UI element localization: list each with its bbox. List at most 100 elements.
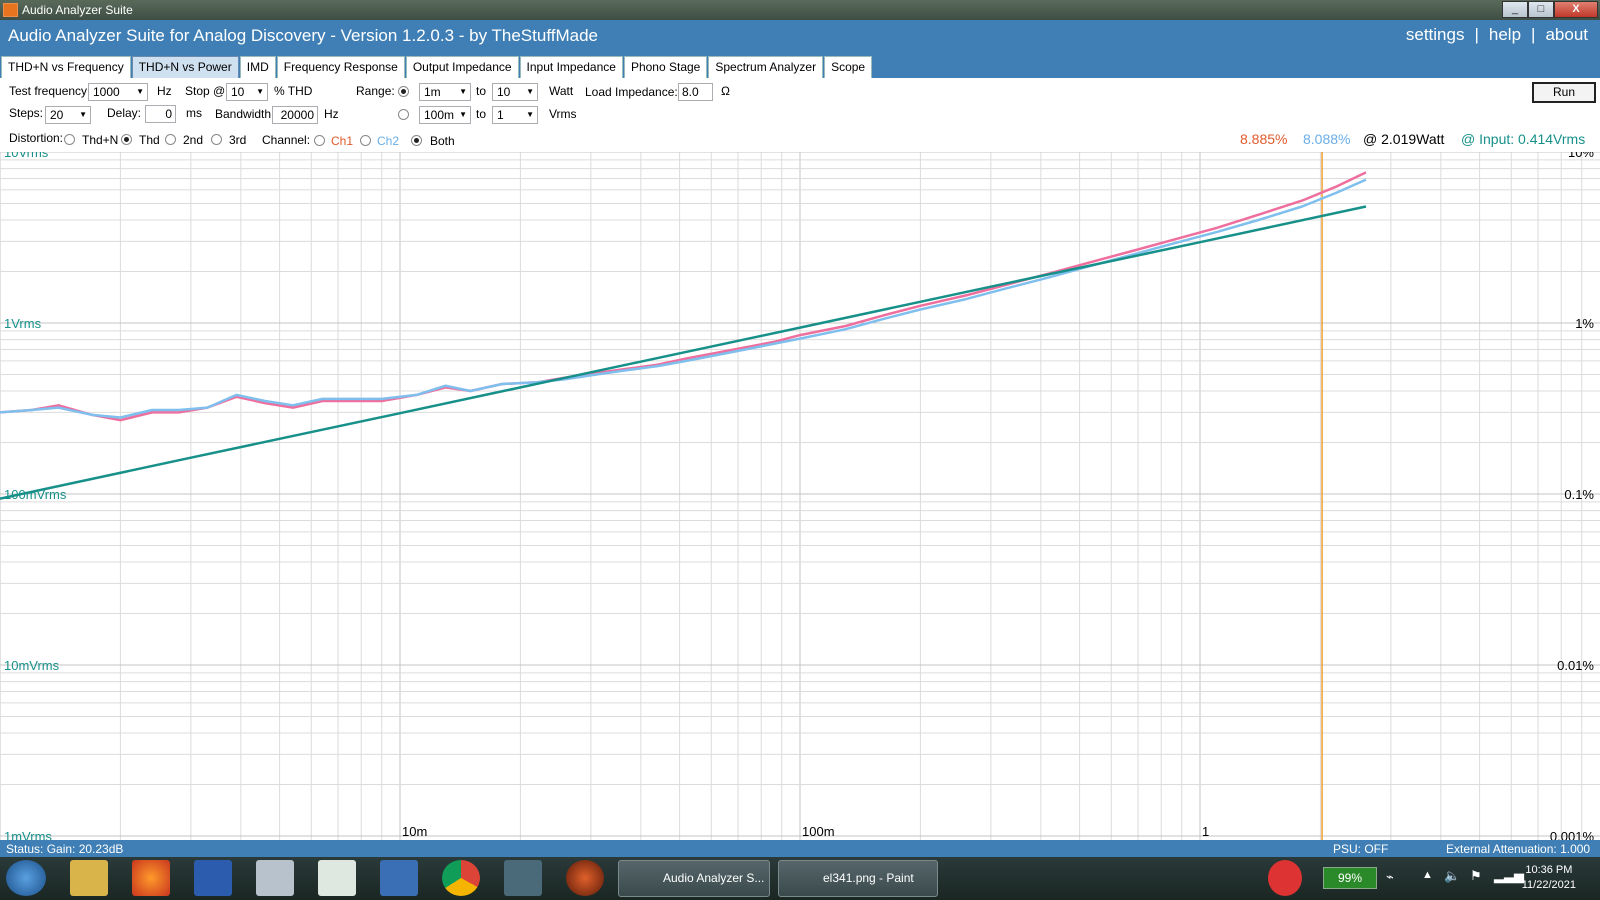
range-label: Range: [356, 84, 395, 98]
chevron-down-icon: ▼ [459, 87, 467, 96]
test-frequency-select[interactable]: 1000 ▼ [88, 83, 148, 101]
window-title: Audio Analyzer Suite [22, 3, 133, 17]
tab-phono-stage[interactable]: Phono Stage [623, 56, 708, 78]
window-titlebar: Audio Analyzer Suite _ □ X [0, 0, 1600, 20]
run-button[interactable]: Run [1532, 82, 1596, 103]
load-impedance-input[interactable]: 8.0 [678, 83, 713, 101]
bandwidth-input[interactable]: 20000 [272, 106, 318, 124]
input-readout: @ Input: 0.414Vrms [1461, 131, 1586, 147]
tab-spectrum-analyzer[interactable]: Spectrum Analyzer [708, 56, 824, 78]
battery-indicator[interactable]: 99% [1323, 867, 1377, 889]
tab-scope[interactable]: Scope [824, 56, 873, 78]
steps-label: Steps: [9, 106, 44, 120]
minimize-button[interactable]: _ [1502, 1, 1528, 18]
to-label: to [476, 84, 487, 98]
tray-app-icon[interactable] [1268, 860, 1302, 896]
app-window-icon[interactable] [504, 860, 542, 896]
range-watt-from-select[interactable]: 1m ▼ [419, 83, 471, 101]
mail-icon[interactable] [380, 860, 418, 896]
flag-icon[interactable]: ⚑ [1470, 868, 1482, 884]
maximize-button[interactable]: □ [1528, 1, 1554, 18]
tab-frequency-response[interactable]: Frequency Response [276, 56, 405, 78]
stop-select[interactable]: 10 ▼ [226, 83, 268, 101]
power-readout: @ 2.019Watt [1363, 131, 1445, 147]
distortion-label: Distortion: [9, 131, 64, 145]
clock[interactable]: 10:36 PM 11/22/2021 [1522, 863, 1576, 893]
status-bar: Status: Gain: 20.23dB PSU: OFF External … [0, 840, 1600, 857]
link-separator: | [1531, 25, 1536, 44]
tab-thdn-vs-power[interactable]: THD+N vs Power [131, 56, 239, 78]
range-vrms-to-select[interactable]: 1 ▼ [492, 106, 538, 124]
tray-expand-icon[interactable]: ▲ [1422, 869, 1433, 881]
y-right-tick-label: 0.01% [1557, 658, 1594, 673]
delay-input[interactable]: 0 [145, 105, 176, 123]
close-button[interactable]: X [1554, 1, 1598, 18]
tab-input-impedance[interactable]: Input Impedance [519, 56, 623, 78]
test-frequency-value: 1000 [93, 85, 120, 99]
taskbar-paint[interactable]: el341.png - Paint [778, 860, 938, 897]
channel-ch2-radio[interactable] [360, 135, 371, 146]
distortion-2nd-label: 2nd [183, 133, 204, 147]
range-vrms-radio[interactable] [398, 109, 409, 120]
settings-link[interactable]: settings [1406, 25, 1465, 45]
app-icon [3, 3, 18, 17]
about-link[interactable]: about [1545, 25, 1588, 45]
range-watt-radio[interactable] [398, 86, 409, 97]
steps-select[interactable]: 20 ▼ [45, 106, 91, 124]
calculator-icon[interactable] [256, 860, 294, 896]
taskbar-audio-analyzer[interactable]: Audio Analyzer S... [618, 860, 770, 897]
y-left-tick-label: 1mVrms [4, 829, 52, 840]
to-label: to [476, 107, 487, 121]
tab-imd[interactable]: IMD [239, 56, 276, 78]
range-watt-to-select[interactable]: 10 ▼ [492, 83, 538, 101]
stop-label: Stop @ [185, 84, 226, 98]
game-icon[interactable] [566, 860, 604, 896]
tab-output-impedance[interactable]: Output Impedance [405, 56, 519, 78]
status-gain: Status: Gain: 20.23dB [6, 842, 124, 856]
chevron-down-icon: ▼ [256, 87, 264, 96]
ch1-thd-readout: 8.885% [1240, 131, 1288, 147]
channel-both-radio[interactable] [411, 135, 422, 146]
range-vrms-to-value: 1 [497, 108, 504, 122]
chevron-down-icon: ▼ [459, 110, 467, 119]
chevron-down-icon: ▼ [136, 87, 144, 96]
y-right-tick-label: 0.001% [1550, 829, 1595, 840]
network-icon[interactable]: ▂▃▅ [1494, 868, 1524, 884]
distortion-2nd-radio[interactable] [165, 134, 176, 145]
range-watt-to-value: 10 [497, 85, 511, 99]
thd-vs-power-chart[interactable]: 10Vrms 1Vrms 100mVrms 10mVrms 1mVrms 10% 1% 0.1… [0, 152, 1600, 840]
channel-ch1-label: Ch1 [331, 134, 354, 148]
power-icon[interactable]: ⌁ [1386, 869, 1394, 885]
explorer-icon[interactable] [70, 860, 108, 896]
start-button[interactable] [6, 860, 46, 896]
range-watt-from-value: 1m [424, 85, 441, 99]
channel-label: Channel: [262, 133, 311, 147]
word-icon[interactable] [194, 860, 232, 896]
tab-thdn-vs-frequency[interactable]: THD+N vs Frequency [1, 56, 131, 78]
chart-svg[interactable]: 10Vrms1Vrms100mVrms10mVrms1mVrms10%1%0.1… [0, 152, 1600, 840]
y-right-tick-label: 10% [1568, 152, 1594, 160]
stop-value: 10 [231, 85, 245, 99]
y-right-tick-label: 0.1% [1564, 487, 1594, 502]
status-psu: PSU: OFF [1333, 842, 1389, 856]
channel-ch1-radio[interactable] [314, 135, 325, 146]
distortion-thd-radio[interactable] [121, 134, 132, 145]
app-title: Audio Analyzer Suite for Analog Discover… [8, 26, 598, 45]
range-vrms-from-select[interactable]: 100m ▼ [419, 106, 471, 124]
firefox-icon[interactable] [132, 860, 170, 896]
help-link[interactable]: help [1489, 25, 1521, 45]
channel-ch2-label: Ch2 [377, 134, 400, 148]
chevron-down-icon: ▼ [79, 110, 87, 119]
notepad-icon[interactable] [318, 860, 356, 896]
channel-both-label: Both [430, 134, 455, 148]
steps-value: 20 [50, 108, 64, 122]
distortion-3rd-radio[interactable] [211, 134, 222, 145]
distortion-3rd-label: 3rd [229, 133, 247, 147]
ch2-thd-readout: 8.088% [1303, 131, 1351, 147]
volume-icon[interactable]: 🔈 [1444, 868, 1460, 884]
watt-unit: Watt [549, 84, 574, 98]
x-tick-label: 10m [402, 824, 427, 839]
x-tick-label: 100m [802, 824, 835, 839]
distortion-thdn-radio[interactable] [64, 134, 75, 145]
chrome-icon[interactable] [442, 860, 480, 896]
